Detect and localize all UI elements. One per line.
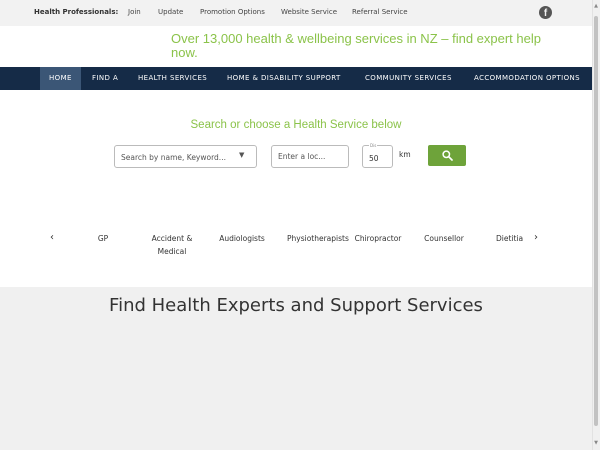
- top-bar: Health Professionals: Join Update Promot…: [0, 0, 592, 26]
- health-professionals-label: Health Professionals:: [34, 8, 119, 16]
- scroll-down-icon[interactable]: ▼: [593, 440, 599, 446]
- service-search-select-text: Search by name, Keyword...: [121, 153, 226, 162]
- caret-down-icon: ▼: [239, 151, 245, 159]
- site-tagline: Over 13,000 health & wellbeing services …: [171, 31, 541, 60]
- search-button[interactable]: [428, 145, 466, 166]
- category-chiropractor[interactable]: Chiropractor: [351, 232, 405, 245]
- carousel-prev-icon[interactable]: ‹: [50, 232, 54, 243]
- scrollbar-thumb[interactable]: [594, 16, 598, 426]
- service-search-select[interactable]: Search by name, Keyword... ▼: [114, 145, 257, 168]
- nav-item-health-services[interactable]: Health Services: [138, 67, 207, 90]
- category-gp[interactable]: GP: [88, 232, 118, 245]
- nav-item-home-disability-support[interactable]: Home & Disability Support: [227, 67, 341, 90]
- website-service-link[interactable]: Website Service: [281, 8, 337, 16]
- experts-section: Find Health Experts and Support Services: [0, 287, 592, 450]
- distance-field[interactable]: Dis 50: [362, 143, 393, 168]
- category-counsellor[interactable]: Counsellor: [419, 232, 469, 245]
- search-title: Search or choose a Health Service below: [190, 119, 402, 131]
- distance-unit: km: [399, 150, 411, 159]
- category-physiotherapists[interactable]: Physiotherapists: [287, 232, 349, 245]
- nav-item-accommodation-options[interactable]: Accommodation Options: [474, 67, 580, 90]
- promotion-options-link[interactable]: Promotion Options: [200, 8, 265, 16]
- search-icon: [442, 150, 453, 161]
- section-heading: Find Health Experts and Support Services: [109, 295, 483, 316]
- carousel-next-icon[interactable]: ›: [534, 232, 538, 243]
- category-dietitian[interactable]: Dietitia: [496, 232, 526, 245]
- join-link[interactable]: Join: [128, 8, 141, 16]
- distance-value: 50: [369, 154, 379, 163]
- update-link[interactable]: Update: [158, 8, 183, 16]
- referral-service-link[interactable]: Referral Service: [352, 8, 408, 16]
- scroll-up-icon[interactable]: ▲: [593, 3, 599, 9]
- nav-item-community-services[interactable]: Community Services: [365, 67, 452, 90]
- distance-label: Dis: [369, 143, 378, 148]
- facebook-icon[interactable]: f: [539, 6, 552, 19]
- nav-item-find-a[interactable]: Find A: [92, 67, 118, 90]
- location-input[interactable]: [271, 145, 349, 168]
- main-nav: Home Find A Health Services Home & Disab…: [0, 67, 592, 90]
- category-audiologists[interactable]: Audiologists: [214, 232, 270, 245]
- nav-item-home[interactable]: Home: [40, 67, 81, 90]
- category-accident-medical[interactable]: Accident & Medical: [146, 232, 198, 258]
